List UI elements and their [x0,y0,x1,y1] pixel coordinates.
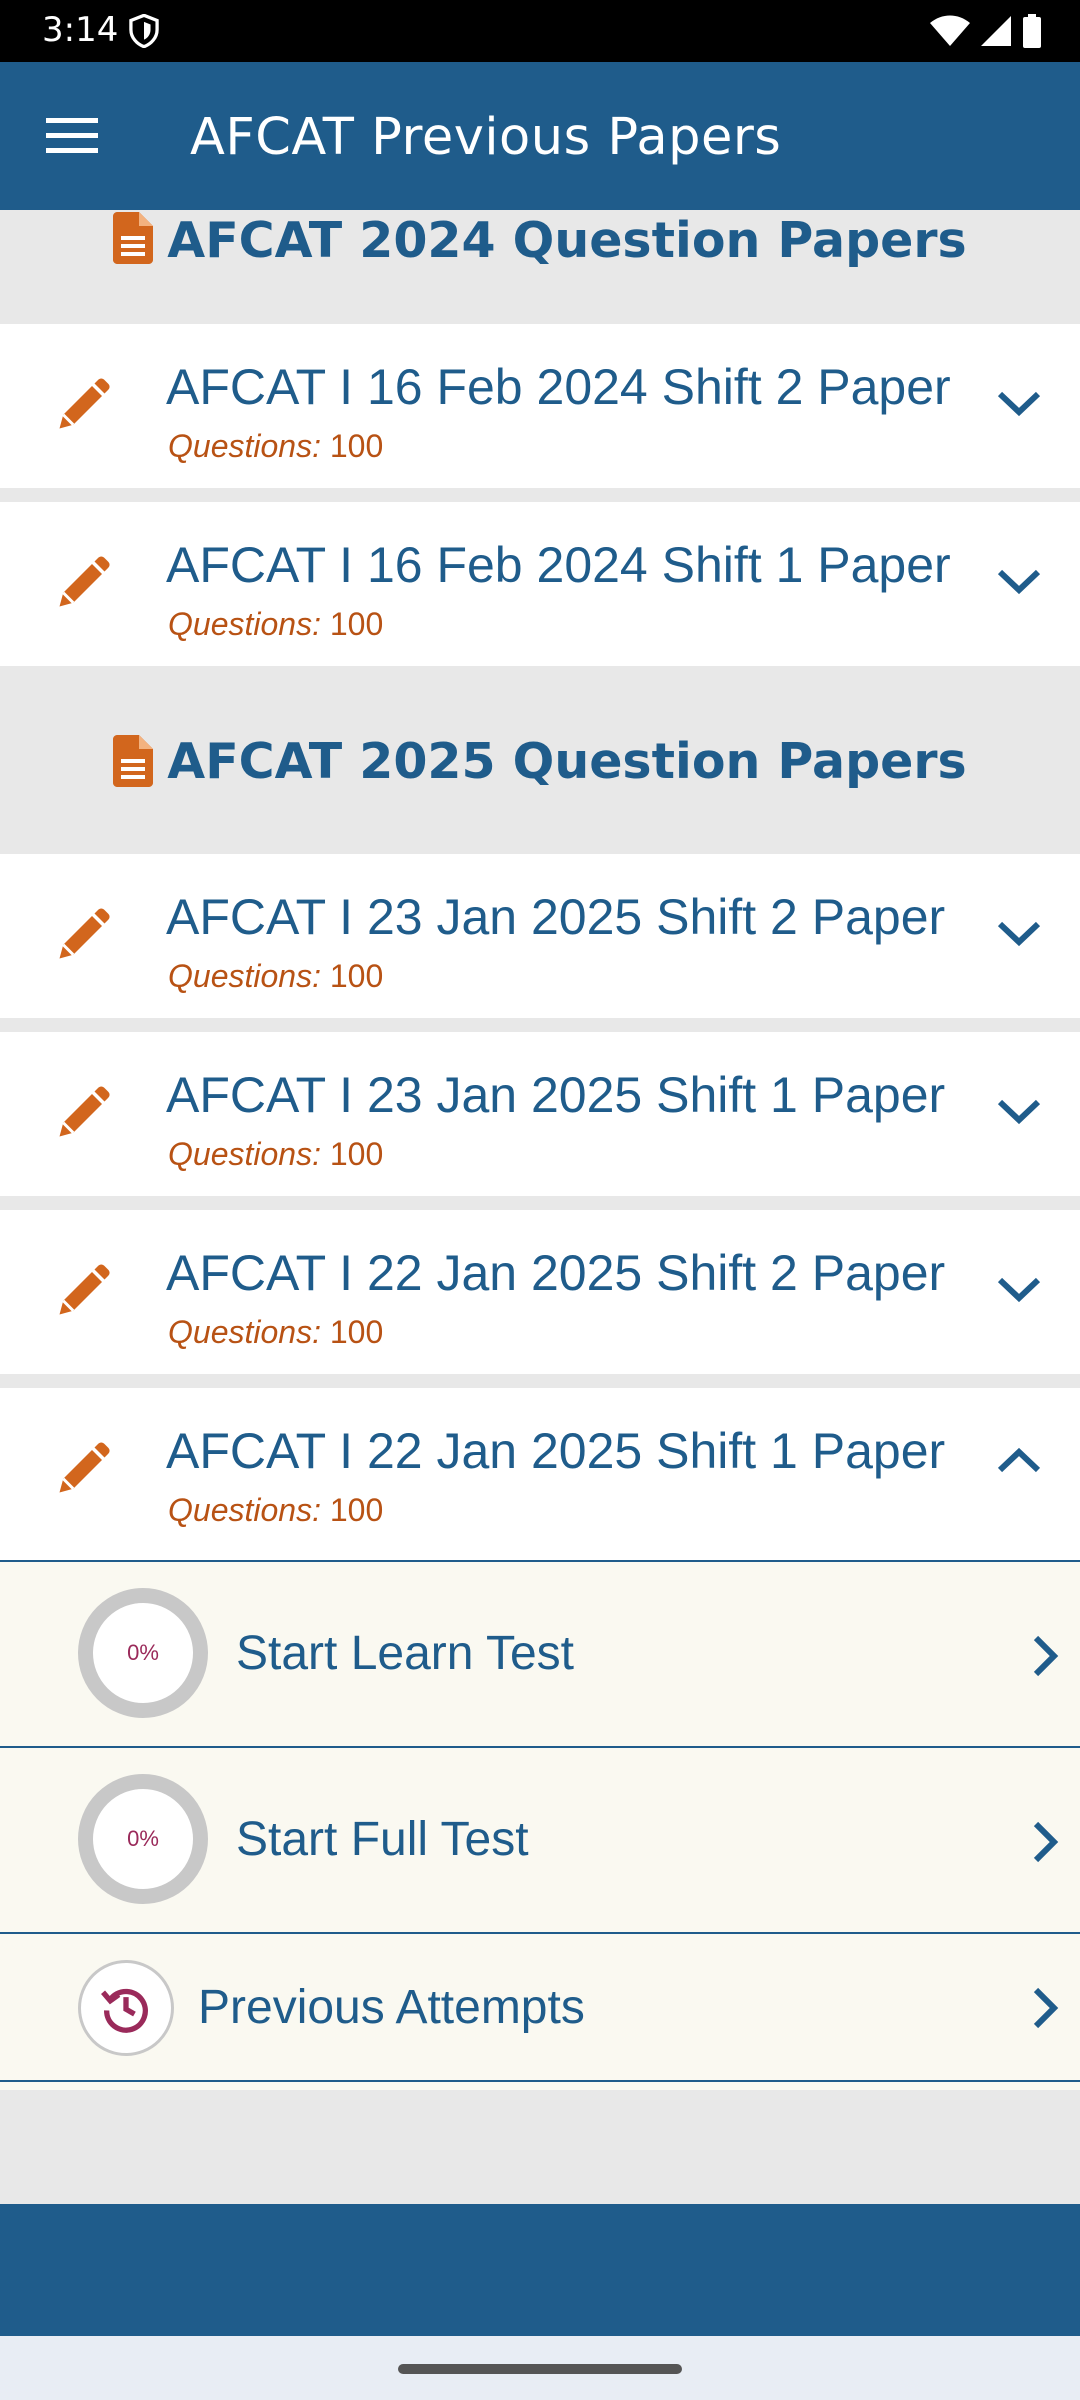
bottom-banner [0,2204,1080,2336]
pencil-icon [59,378,110,429]
gesture-handle[interactable] [398,2364,682,2374]
questions-count: Questions: 100 [168,1314,383,1351]
menu-button[interactable] [36,106,108,166]
questions-count: Questions: 100 [168,428,383,465]
previous-attempts-row[interactable]: Previous Attempts [0,1934,1080,2082]
paper-options-panel: 0% Start Learn Test 0% Start Full Test P… [0,1560,1080,2090]
questions-label: Questions: [168,1492,321,1528]
chevron-down-icon[interactable] [994,384,1044,424]
questions-label: Questions: [168,428,321,464]
questions-value: 100 [329,958,384,994]
questions-label: Questions: [168,958,321,994]
paper-title: AFCAT I 16 Feb 2024 Shift 1 Paper [166,537,951,593]
section-header-2025: AFCAT 2025 Question Papers [0,668,1080,854]
app-title: AFCAT Previous Papers [190,108,782,167]
chevron-down-icon[interactable] [994,1092,1044,1132]
paper-title: AFCAT I 23 Jan 2025 Shift 2 Paper [166,889,946,945]
hamburger-icon [46,118,98,153]
paper-title: AFCAT I 22 Jan 2025 Shift 1 Paper [166,1423,946,1479]
pencil-icon [59,908,110,959]
chevron-right-icon [1033,1987,1059,2029]
chevron-right-icon [1033,1821,1059,1863]
document-icon [113,212,154,264]
questions-value: 100 [329,1136,384,1172]
paper-row[interactable]: AFCAT I 16 Feb 2024 Shift 1 Paper Questi… [0,502,1080,666]
system-nav-bar [0,2336,1080,2400]
pencil-icon [59,1264,110,1315]
papers-list[interactable]: AFCAT 2024 Question Papers AFCAT I 16 Fe… [0,210,1080,2204]
section-header-2024: AFCAT 2024 Question Papers [0,210,1080,324]
chevron-down-icon[interactable] [994,1270,1044,1310]
document-icon [113,735,154,787]
chevron-up-icon[interactable] [994,1440,1044,1480]
full-progress-ring: 0% [78,1774,208,1904]
pencil-icon [59,1442,110,1493]
paper-title: AFCAT I 16 Feb 2024 Shift 2 Paper [166,359,951,415]
start-learn-test-label: Start Learn Test [236,1627,574,1680]
start-learn-test-row[interactable]: 0% Start Learn Test [0,1562,1080,1748]
section-title-2025: AFCAT 2025 Question Papers [167,732,967,790]
questions-label: Questions: [168,606,321,642]
questions-count: Questions: 100 [168,958,383,995]
status-time: 3:14 [42,10,119,50]
paper-row[interactable]: AFCAT I 23 Jan 2025 Shift 1 Paper Questi… [0,1032,1080,1196]
start-full-test-label: Start Full Test [236,1813,529,1866]
chevron-right-icon [1033,1635,1059,1677]
questions-value: 100 [329,1492,384,1528]
questions-label: Questions: [168,1314,321,1350]
start-full-test-row[interactable]: 0% Start Full Test [0,1748,1080,1934]
questions-count: Questions: 100 [168,606,383,643]
questions-value: 100 [329,1314,384,1350]
pencil-icon [59,556,110,607]
paper-title: AFCAT I 22 Jan 2025 Shift 2 Paper [166,1245,946,1301]
battery-icon [1023,14,1041,48]
app-bar: AFCAT Previous Papers [0,62,1080,210]
questions-count: Questions: 100 [168,1136,383,1173]
paper-row[interactable]: AFCAT I 16 Feb 2024 Shift 2 Paper Questi… [0,324,1080,488]
paper-row[interactable]: AFCAT I 23 Jan 2025 Shift 2 Paper Questi… [0,854,1080,1018]
status-bar: 3:14 [0,0,1080,62]
previous-attempts-label: Previous Attempts [198,1981,585,2034]
paper-row[interactable]: AFCAT I 22 Jan 2025 Shift 2 Paper Questi… [0,1210,1080,1374]
questions-value: 100 [329,606,384,642]
questions-count: Questions: 100 [168,1492,383,1529]
chevron-down-icon[interactable] [994,562,1044,602]
chevron-down-icon[interactable] [994,914,1044,954]
learn-progress-value: 0% [127,1640,159,1665]
pencil-icon [59,1086,110,1137]
section-title-2024: AFCAT 2024 Question Papers [167,212,967,269]
paper-title: AFCAT I 23 Jan 2025 Shift 1 Paper [166,1067,946,1123]
paper-row-expanded[interactable]: AFCAT I 22 Jan 2025 Shift 1 Paper Questi… [0,1388,1080,1560]
history-icon-circle [78,1960,174,2056]
history-icon [101,1988,148,2033]
full-progress-value: 0% [127,1826,159,1851]
questions-value: 100 [329,428,384,464]
wifi-icon [930,15,970,46]
learn-progress-ring: 0% [78,1588,208,1718]
shield-icon [129,14,159,48]
questions-label: Questions: [168,1136,321,1172]
signal-icon [981,16,1011,46]
